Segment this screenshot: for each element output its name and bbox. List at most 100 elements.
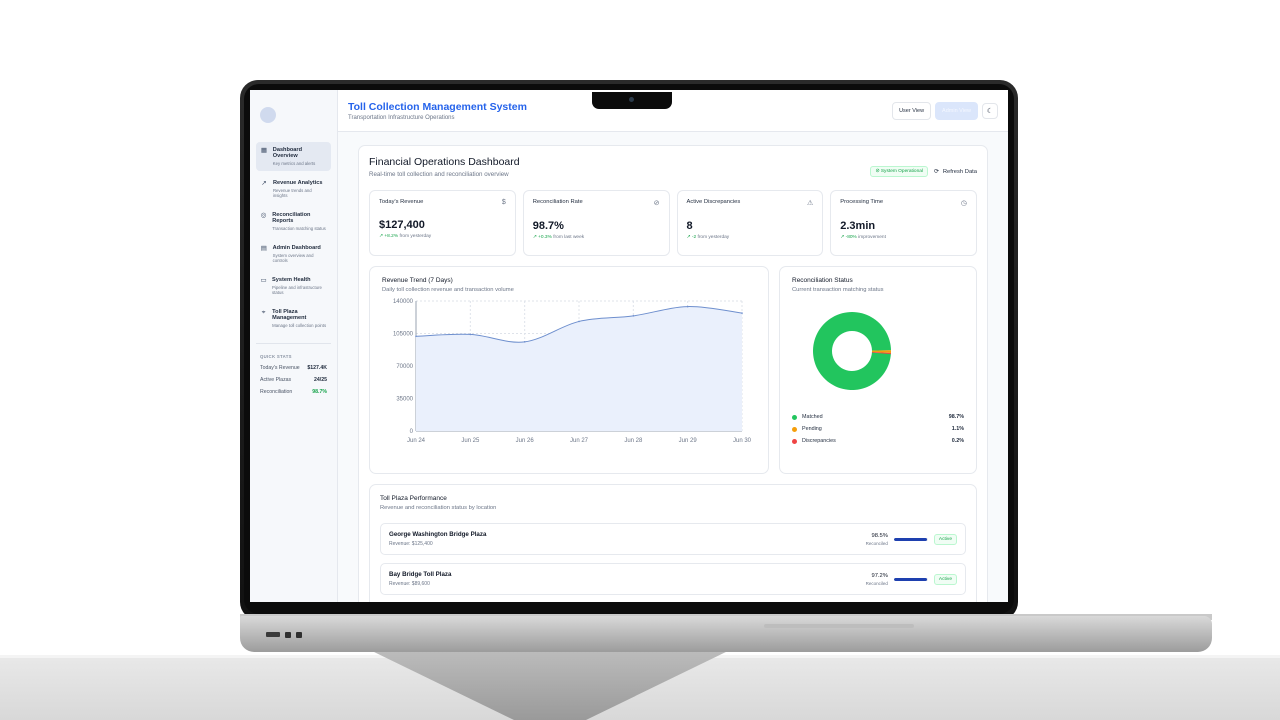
- logo-icon: [260, 107, 276, 123]
- kpi-value: 98.7%: [532, 220, 564, 232]
- top-bar: Toll Collection Management System Transp…: [338, 90, 1008, 132]
- reconciled-progress-fill: [893, 537, 928, 541]
- kpi-value: 2.3min: [840, 220, 876, 232]
- refresh-data-button[interactable]: ⟳ Refresh Data: [934, 169, 977, 175]
- sidebar-item-desc: Manage toll collection points: [272, 323, 327, 328]
- content: Financial Operations Dashboard Real-time…: [338, 132, 1008, 602]
- clock-icon: ◷: [960, 200, 967, 207]
- usb-port: [266, 632, 280, 637]
- kpi-delta-value: -80%: [845, 235, 857, 240]
- kpi-delta: ↗ +0.3% from last week: [533, 235, 660, 240]
- kpi-label: Processing Time: [840, 199, 884, 205]
- system-status-badge: ⊘ System Operational: [870, 166, 928, 177]
- document-icon: ▤: [260, 245, 267, 252]
- sidebar-item-admin-dashboard[interactable]: ▤ Admin Dashboard System overview and co…: [256, 240, 331, 268]
- sidebar-item-label: Admin Dashboard: [272, 245, 321, 251]
- quick-stats: QUICK STATS Today's Revenue $127.4K Acti…: [256, 343, 331, 395]
- port: [285, 632, 291, 638]
- check-icon: ⊘: [875, 169, 880, 174]
- x-tick-label: Jun 28: [624, 438, 643, 444]
- quick-stat-value: $127.4K: [307, 365, 327, 371]
- revenue-point: [741, 312, 743, 314]
- kpi-row: Today's Revenue $ $127,400 ↗ +8.2% from …: [369, 190, 977, 256]
- quick-stat-reconciliation: Reconciliation 98.7%: [260, 389, 327, 395]
- check-circle-icon: ◎: [260, 212, 267, 219]
- status-badge-label: System Operational: [880, 169, 923, 174]
- kpi-label: Active Discrepancies: [686, 199, 741, 205]
- app-subtitle: Transportation Infrastructure Operations: [348, 114, 455, 121]
- revenue-point: [415, 335, 417, 338]
- quick-stat-plazas: Active Plazas 24/25: [260, 377, 327, 383]
- sidebar-item-reconciliation-reports[interactable]: ◎ Reconciliation Reports Transaction mat…: [256, 207, 331, 236]
- plaza-revenue: Revenue: $89,600: [389, 581, 430, 587]
- legend-item: Discrepancies 0.2%: [792, 438, 964, 444]
- sidebar-item-desc: Revenue trends and insights: [272, 188, 312, 198]
- kpi-delta-text: improvement: [858, 235, 886, 240]
- plaza-rate: 97.2%: [871, 572, 888, 579]
- sidebar-item-dashboard-overview[interactable]: ▦ Dashboard Overview Key metrics and ale…: [256, 142, 331, 171]
- plaza-row[interactable]: Bay Bridge Toll Plaza Revenue: $89,600 9…: [380, 563, 966, 595]
- recon-card-title: Reconciliation Status: [792, 277, 853, 284]
- sidebar-item-desc: Pipeline and infrastructure status: [272, 285, 322, 295]
- dollar-icon: $: [501, 199, 506, 206]
- legend-item: Pending 1.1%: [792, 426, 964, 432]
- camera-notch: [592, 92, 672, 109]
- sidebar-item-label: Toll Plaza Management: [272, 309, 307, 321]
- legend-dot: [792, 438, 797, 444]
- plaza-status-badge: Active: [933, 533, 957, 545]
- kpi-card: Reconciliation Rate ⊘ 98.7% ↗ +0.3% from…: [522, 190, 670, 256]
- admin-view-button[interactable]: Admin View: [935, 101, 978, 120]
- reconciled-progress-bar: [893, 537, 928, 541]
- quick-stat-value: 24/25: [314, 377, 327, 383]
- legend-value: 0.2%: [951, 438, 964, 444]
- user-view-button[interactable]: User View: [892, 101, 932, 120]
- kpi-delta: ↗ -2 from yesterday: [687, 235, 814, 240]
- server-icon: ▭: [260, 277, 267, 284]
- location-icon: ⌖: [261, 309, 266, 316]
- quick-stat-label: Today's Revenue: [260, 365, 300, 371]
- trend-icon: ↗: [261, 180, 267, 187]
- quick-stat-label: Reconciliation: [260, 389, 293, 395]
- x-tick-label: Jun 27: [570, 438, 589, 444]
- port: [296, 632, 302, 638]
- reconciled-progress-fill: [893, 577, 927, 581]
- plaza-rate-label: Reconciled: [865, 540, 888, 546]
- kpi-card: Processing Time ◷ 2.3min ↗ -80% improvem…: [830, 190, 977, 256]
- revenue-point: [632, 315, 635, 317]
- revenue-card-title: Revenue Trend (7 Days): [382, 277, 453, 284]
- y-tick-label: 140000: [393, 299, 414, 305]
- sidebar-item-toll-plaza-management[interactable]: ⌖ Toll Plaza Management Manage toll coll…: [256, 304, 331, 333]
- theme-toggle-button[interactable]: ☾: [982, 102, 998, 119]
- laptop-groove: [764, 624, 914, 628]
- donut-legend: Matched 98.7% Pending 1.1% Discrepancies…: [792, 414, 964, 444]
- app-title: Toll Collection Management System: [348, 100, 527, 113]
- revenue-point: [469, 333, 472, 336]
- brand-logo: [260, 102, 327, 128]
- plaza-subtitle: Revenue and reconciliation status by loc…: [380, 505, 497, 511]
- x-tick-label: Jun 25: [461, 438, 480, 444]
- sidebar-nav: ▦ Dashboard Overview Key metrics and ale…: [256, 142, 331, 333]
- legend-label: Discrepancies: [802, 438, 836, 444]
- sidebar-item-system-health[interactable]: ▭ System Health Pipeline and infrastruct…: [256, 272, 331, 300]
- sidebar-item-revenue-analytics[interactable]: ↗ Revenue Analytics Revenue trends and i…: [256, 175, 331, 203]
- kpi-delta: ↗ +8.2% from yesterday: [379, 234, 506, 239]
- check-circle-icon: ⊘: [653, 200, 660, 207]
- plaza-name: Bay Bridge Toll Plaza: [389, 571, 452, 578]
- kpi-delta-text: from yesterday: [697, 235, 730, 240]
- sidebar: ▦ Dashboard Overview Key metrics and ale…: [250, 90, 338, 602]
- y-tick-label: 35000: [396, 397, 413, 403]
- y-tick-label: 70000: [396, 364, 413, 370]
- x-tick-label: Jun 26: [516, 438, 535, 444]
- kpi-label: Today's Revenue: [379, 199, 424, 205]
- y-tick-label: 0: [410, 429, 414, 435]
- revenue-area-chart: 0 35000 70000 105000 140000 Jun 24 Jun 25 Jun 2…: [393, 299, 752, 444]
- kpi-value: $127,400: [379, 219, 425, 231]
- quick-stats-title: QUICK STATS: [260, 354, 292, 359]
- legend-label: Matched: [802, 414, 823, 420]
- dashboard-panel: Financial Operations Dashboard Real-time…: [358, 145, 988, 602]
- refresh-icon: ⟳: [933, 168, 939, 175]
- moon-icon: ☾: [986, 107, 994, 115]
- plaza-row[interactable]: George Washington Bridge Plaza Revenue: …: [380, 523, 966, 555]
- kpi-delta-text: from yesterday: [399, 234, 432, 239]
- plaza-title: Toll Plaza Performance: [380, 495, 447, 502]
